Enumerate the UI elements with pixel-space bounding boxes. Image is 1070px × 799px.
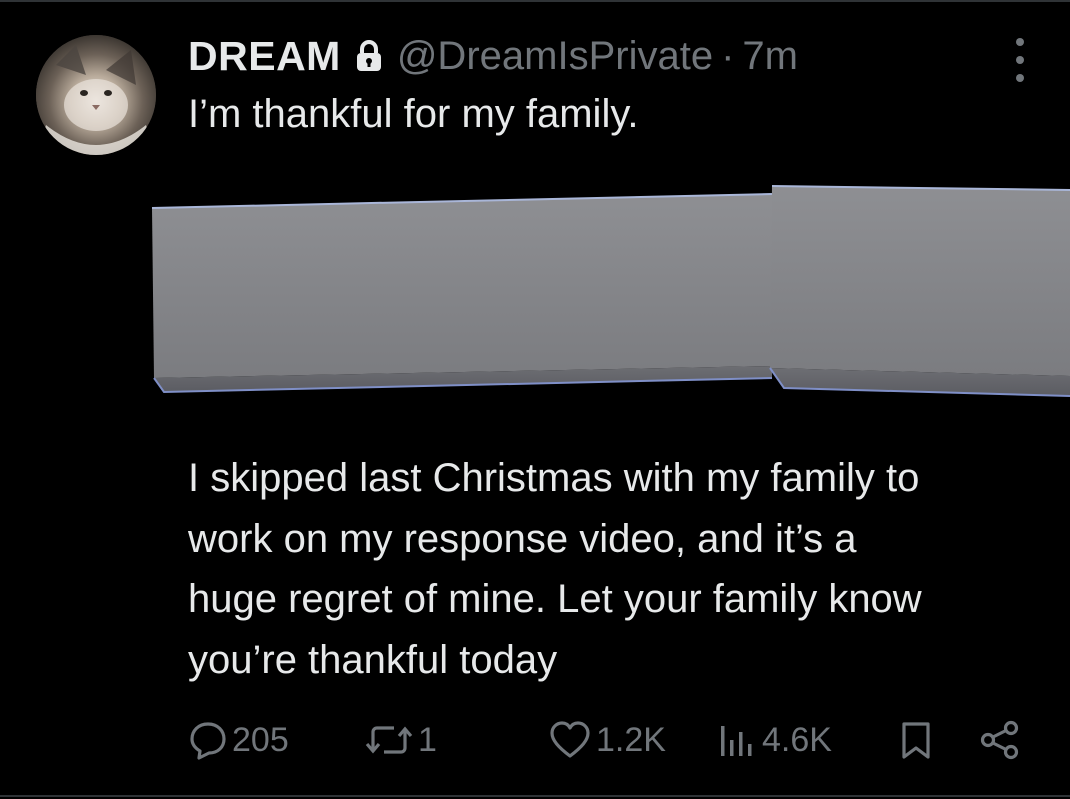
tweet-text: I’m thankful for my family. [188,92,639,136]
more-icon-dot [1016,74,1024,82]
like-button[interactable]: 1.2K [548,710,666,770]
avatar-cat-image [36,35,156,155]
body-line: work on my response video, and it’s a [188,516,857,561]
top-divider [0,0,1070,2]
repost-icon [365,726,413,754]
more-icon-dot [1016,56,1024,64]
views-count: 4.6K [762,720,832,759]
timestamp[interactable]: 7m [742,34,798,79]
avatar[interactable] [36,35,156,155]
body-line: I skipped last Christmas with my family … [188,456,920,500]
body-line: you’re thankful today [188,637,558,682]
tweet-media[interactable] [150,180,1070,400]
share-icon [980,720,1019,760]
bookmark-icon [902,722,930,759]
user-handle[interactable]: @DreamIsPrivate [397,34,713,79]
more-icon-dot [1016,38,1024,46]
tweet-header: DREAM @DreamIsPrivate · 7m [188,30,798,82]
tweet-actions: 205 1 1.2K 4.6K [0,710,1070,770]
like-count: 1.2K [596,720,666,759]
body-line: huge regret of mine. Let your family kno… [188,577,922,621]
separator-dot: · [721,33,735,78]
lock-icon [355,39,383,73]
media-image [151,185,1070,397]
views-icon [721,726,752,756]
display-name[interactable]: DREAM [188,33,341,80]
heart-icon [550,721,590,758]
repost-count: 1 [418,720,437,759]
reply-icon [190,722,226,760]
bookmark-button[interactable] [898,710,934,770]
reply-count: 205 [232,720,289,759]
share-button[interactable] [978,710,1022,770]
reply-button[interactable]: 205 [188,710,289,770]
tweet-body-text: I skipped last Christmas with my family … [188,448,1058,690]
repost-button[interactable]: 1 [364,710,437,770]
more-button[interactable] [1005,38,1035,82]
bottom-divider [0,795,1070,797]
views-button[interactable]: 4.6K [718,710,832,770]
